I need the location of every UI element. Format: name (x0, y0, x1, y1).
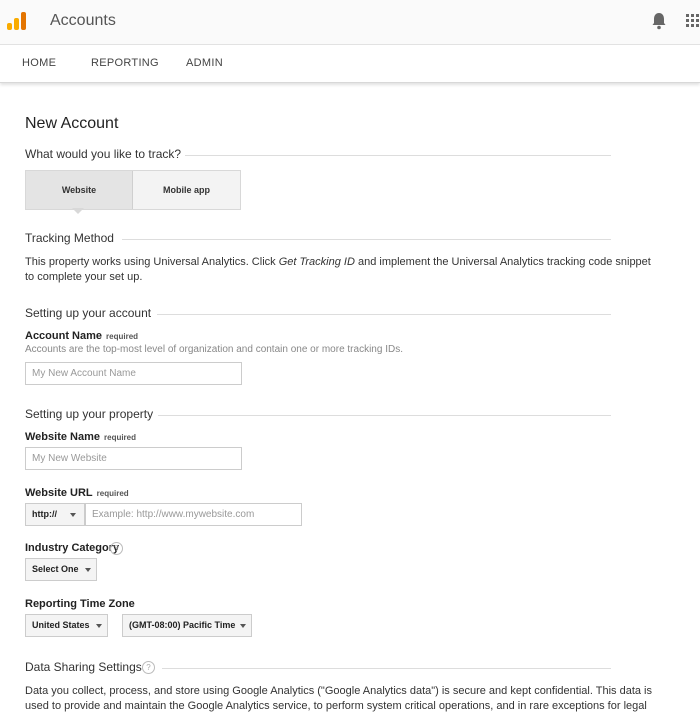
top-bar: Accounts (0, 0, 700, 45)
account-name-label: Account Name required (25, 330, 138, 342)
account-section-title: Setting up your account (25, 306, 152, 320)
app-title: Accounts (50, 12, 116, 29)
nav-admin[interactable]: ADMIN (186, 57, 223, 69)
analytics-logo[interactable] (6, 10, 28, 32)
protocol-value: http:// (32, 509, 57, 519)
account-hint: Accounts are the top-most level of organ… (25, 344, 403, 355)
nav-home[interactable]: HOME (22, 57, 56, 69)
sharing-line: Data you collect, process, and store usi… (25, 685, 652, 697)
tracking-text-part: and implement the Universal Analytics tr… (354, 256, 651, 268)
tracking-method-title: Tracking Method (25, 231, 114, 245)
divider (158, 415, 611, 416)
chevron-down-icon (96, 624, 102, 628)
bell-icon[interactable] (651, 12, 667, 30)
track-toggle: Website Mobile app (25, 170, 241, 210)
chevron-down-icon (70, 513, 76, 517)
divider (162, 668, 611, 669)
mobile-app-option[interactable]: Mobile app (133, 171, 240, 209)
label-text: Account Name (25, 330, 103, 342)
sharing-line: used to provide and maintain the Google … (25, 700, 647, 712)
website-url-input[interactable] (85, 503, 302, 526)
industry-category-select[interactable]: Select One (25, 558, 97, 581)
get-tracking-id-text: Get Tracking ID (278, 256, 355, 268)
label-text: Website URL (25, 487, 93, 499)
tracking-method-text: This property works using Universal Anal… (25, 255, 651, 285)
nav-bar: HOME REPORTING ADMIN (0, 45, 700, 83)
selected-pointer (72, 208, 84, 214)
country-select[interactable]: United States (25, 614, 108, 637)
time-zone-select[interactable]: (GMT-08:00) Pacific Time (122, 614, 252, 637)
apps-grid-icon[interactable] (686, 13, 700, 29)
chevron-down-icon (85, 568, 91, 572)
help-icon[interactable]: ? (142, 661, 155, 674)
time-zone-value: (GMT-08:00) Pacific Time (129, 620, 236, 630)
help-icon[interactable]: ? (110, 542, 123, 555)
required-tag: required (104, 433, 137, 442)
page-title: New Account (25, 115, 119, 132)
protocol-select[interactable]: http:// (25, 503, 85, 526)
industry-value: Select One (32, 564, 79, 574)
tracking-text-part: This property works using Universal Anal… (25, 256, 279, 268)
nav-reporting[interactable]: REPORTING (91, 57, 159, 69)
website-url-label: Website URL required (25, 487, 129, 499)
divider (122, 239, 611, 240)
data-sharing-title: Data Sharing Settings (25, 660, 142, 674)
website-name-label: Website Name required (25, 431, 136, 443)
account-name-input[interactable] (25, 362, 242, 385)
required-tag: required (106, 332, 139, 341)
data-sharing-text: Data you collect, process, and store usi… (25, 684, 652, 714)
label-text: Website Name (25, 431, 100, 443)
industry-category-label: Industry Category (25, 542, 120, 554)
website-option[interactable]: Website (26, 171, 133, 209)
website-name-input[interactable] (25, 447, 242, 470)
chevron-down-icon (240, 624, 246, 628)
property-section-title: Setting up your property (25, 407, 154, 421)
divider (185, 155, 611, 156)
time-zone-label: Reporting Time Zone (25, 598, 135, 610)
country-value: United States (32, 620, 90, 630)
tracking-text-line2: to complete your set up. (25, 271, 143, 283)
track-question: What would you like to track? (25, 147, 182, 161)
divider (157, 314, 611, 315)
required-tag: required (96, 489, 129, 498)
